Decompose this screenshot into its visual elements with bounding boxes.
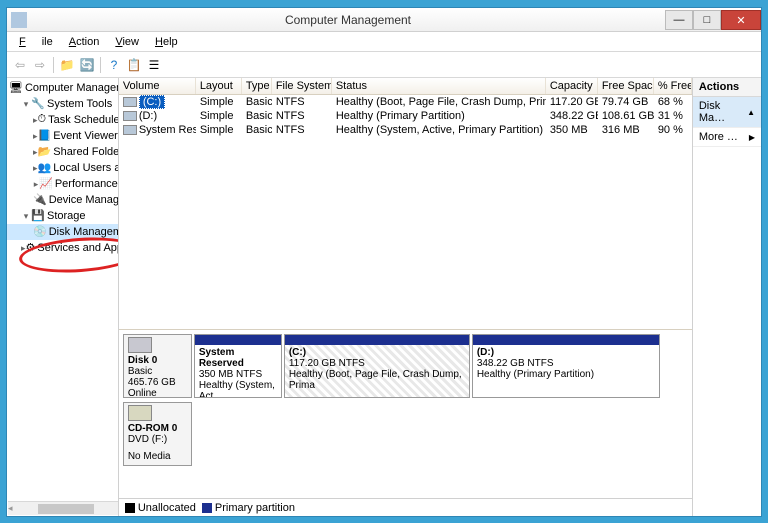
disk-icon bbox=[128, 337, 152, 353]
col-layout[interactable]: Layout bbox=[196, 78, 242, 94]
tree-performance[interactable]: ▸📈Performance bbox=[7, 176, 118, 192]
tree-disk-management[interactable]: 💿Disk Management bbox=[7, 224, 118, 240]
maximize-button[interactable]: □ bbox=[693, 10, 721, 30]
disk-row[interactable]: CD-ROM 0 DVD (F:) No Media bbox=[123, 402, 688, 466]
tree-root[interactable]: 🖥Computer Management (L bbox=[7, 80, 118, 96]
window-title: Computer Management bbox=[31, 13, 665, 27]
computer-management-window: Computer Management — □ ✕ File Action Vi… bbox=[6, 7, 762, 517]
menu-action[interactable]: Action bbox=[61, 34, 108, 49]
actions-header: Actions bbox=[693, 78, 761, 97]
center-pane: Volume Layout Type File System Status Ca… bbox=[119, 78, 693, 516]
volume-list-header: Volume Layout Type File System Status Ca… bbox=[119, 78, 692, 95]
menu-view[interactable]: View bbox=[107, 34, 147, 49]
properties-button[interactable]: 📋 bbox=[125, 56, 143, 74]
tree-h-scrollbar[interactable]: ◂▸ bbox=[8, 501, 119, 515]
col-pctfree[interactable]: % Free bbox=[654, 78, 692, 94]
titlebar: Computer Management — □ ✕ bbox=[7, 8, 761, 32]
app-icon bbox=[11, 12, 27, 28]
tree-shared-folders[interactable]: ▸📂Shared Folders bbox=[7, 144, 118, 160]
disk-row[interactable]: Disk 0 Basic 465.76 GB Online System Res… bbox=[123, 334, 688, 398]
volume-row[interactable]: System Reserved Simple Basic NTFS Health… bbox=[119, 123, 692, 137]
tree-local-users[interactable]: ▸👥Local Users and Gro bbox=[7, 160, 118, 176]
cdrom-icon bbox=[128, 405, 152, 421]
volume-list: (C:) Simple Basic NTFS Healthy (Boot, Pa… bbox=[119, 95, 692, 155]
legend-primary-swatch bbox=[202, 503, 212, 513]
tree-pane: 🖥Computer Management (L ▾🔧System Tools ▸… bbox=[7, 78, 119, 516]
volume-icon bbox=[123, 111, 137, 121]
back-button[interactable]: ⇦ bbox=[11, 56, 29, 74]
menubar: File Action View Help bbox=[7, 32, 761, 52]
refresh-button[interactable]: 🔄 bbox=[78, 56, 96, 74]
disk-info[interactable]: CD-ROM 0 DVD (F:) No Media bbox=[123, 402, 192, 466]
disk-info[interactable]: Disk 0 Basic 465.76 GB Online bbox=[123, 334, 192, 398]
volume-row[interactable]: (D:) Simple Basic NTFS Healthy (Primary … bbox=[119, 109, 692, 123]
col-status[interactable]: Status bbox=[332, 78, 546, 94]
list-view-button[interactable]: ☰ bbox=[145, 56, 163, 74]
actions-item-more[interactable]: More …▶ bbox=[693, 128, 761, 147]
tree-device-manager[interactable]: 🔌Device Manager bbox=[7, 192, 118, 208]
volume-row[interactable]: (C:) Simple Basic NTFS Healthy (Boot, Pa… bbox=[119, 95, 692, 109]
menu-help[interactable]: Help bbox=[147, 34, 186, 49]
minimize-button[interactable]: — bbox=[665, 10, 693, 30]
partition-d[interactable]: (D:) 348.22 GB NTFS Healthy (Primary Par… bbox=[472, 334, 660, 398]
col-capacity[interactable]: Capacity bbox=[546, 78, 598, 94]
tree-services-apps[interactable]: ▸⚙Services and Applicatio bbox=[7, 240, 118, 256]
col-freespace[interactable]: Free Space bbox=[598, 78, 654, 94]
forward-button[interactable]: ⇨ bbox=[31, 56, 49, 74]
up-button[interactable]: 📁 bbox=[58, 56, 76, 74]
tree-system-tools[interactable]: ▾🔧System Tools bbox=[7, 96, 118, 112]
close-button[interactable]: ✕ bbox=[721, 10, 761, 30]
help-button[interactable]: ? bbox=[105, 56, 123, 74]
toolbar: ⇦ ⇨ 📁 🔄 ? 📋 ☰ bbox=[7, 52, 761, 78]
disk-layout-pane: Disk 0 Basic 465.76 GB Online System Res… bbox=[119, 329, 692, 498]
legend: Unallocated Primary partition bbox=[119, 498, 692, 516]
volume-list-empty-area[interactable] bbox=[119, 155, 692, 329]
col-volume[interactable]: Volume bbox=[119, 78, 196, 94]
col-filesystem[interactable]: File System bbox=[272, 78, 332, 94]
volume-icon bbox=[123, 125, 137, 135]
volume-icon bbox=[123, 97, 137, 107]
actions-pane: Actions Disk Ma…▲ More …▶ bbox=[693, 78, 761, 516]
tree-event-viewer[interactable]: ▸📘Event Viewer bbox=[7, 128, 118, 144]
partition-sysreserved[interactable]: System Reserved 350 MB NTFS Healthy (Sys… bbox=[194, 334, 282, 398]
menu-file[interactable]: File bbox=[11, 34, 61, 49]
actions-item-disk-management[interactable]: Disk Ma…▲ bbox=[693, 97, 761, 128]
tree-storage[interactable]: ▾💾Storage bbox=[7, 208, 118, 224]
col-type[interactable]: Type bbox=[242, 78, 272, 94]
legend-unallocated-swatch bbox=[125, 503, 135, 513]
tree-task-scheduler[interactable]: ▸⏱Task Scheduler bbox=[7, 112, 118, 128]
partition-c[interactable]: (C:) 117.20 GB NTFS Healthy (Boot, Page … bbox=[284, 334, 470, 398]
